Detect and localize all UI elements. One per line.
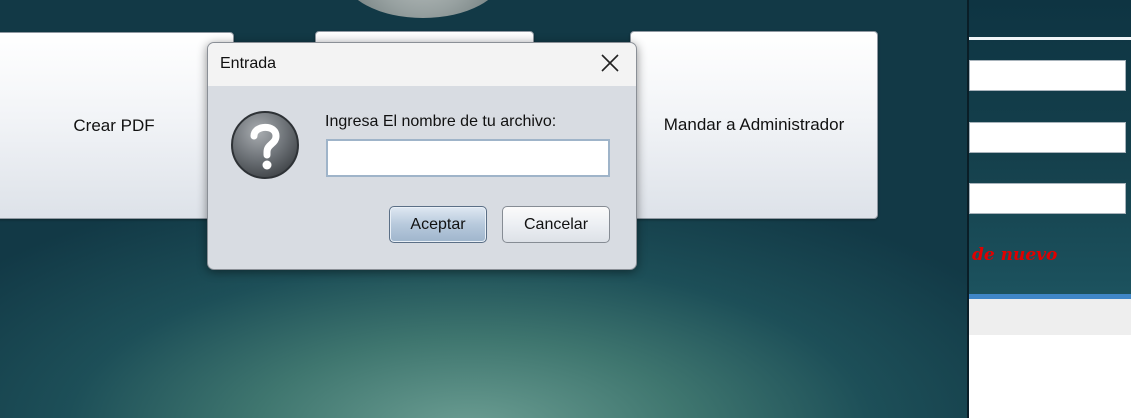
crear-pdf-label: Crear PDF — [73, 115, 155, 135]
question-icon — [230, 110, 300, 180]
panel-input-1[interactable] — [969, 60, 1126, 91]
close-icon — [601, 53, 619, 77]
mandar-administrador-button[interactable]: Mandar a Administrador — [630, 31, 878, 219]
accept-button-label: Aceptar — [410, 215, 466, 233]
panel-divider — [969, 37, 1131, 40]
crear-pdf-button[interactable]: Crear PDF — [0, 32, 234, 219]
input-dialog: Entrada Ingresa El nombre de tu archivo:… — [207, 42, 637, 270]
dialog-title: Entrada — [220, 55, 277, 72]
panel-input-3[interactable] — [969, 183, 1126, 214]
dialog-prompt: Ingresa El nombre de tu archivo: — [325, 113, 557, 130]
right-form-panel: de nuevo — [967, 0, 1131, 418]
filename-input[interactable] — [326, 139, 610, 177]
desktop-background: Crear PDF Mandar a Administrador de nuev… — [0, 0, 1131, 418]
close-button[interactable] — [592, 49, 628, 81]
accept-button[interactable]: Aceptar — [389, 206, 487, 243]
mandar-administrador-label: Mandar a Administrador — [663, 115, 845, 134]
panel-input-2[interactable] — [969, 122, 1126, 153]
panel-white-area — [969, 335, 1131, 418]
panel-gray-area — [969, 299, 1131, 335]
dialog-titlebar: Entrada — [208, 43, 636, 86]
error-message: de nuevo — [972, 245, 1058, 265]
cancel-button[interactable]: Cancelar — [502, 206, 610, 243]
moon-image — [343, 0, 503, 18]
cancel-button-label: Cancelar — [523, 215, 589, 233]
